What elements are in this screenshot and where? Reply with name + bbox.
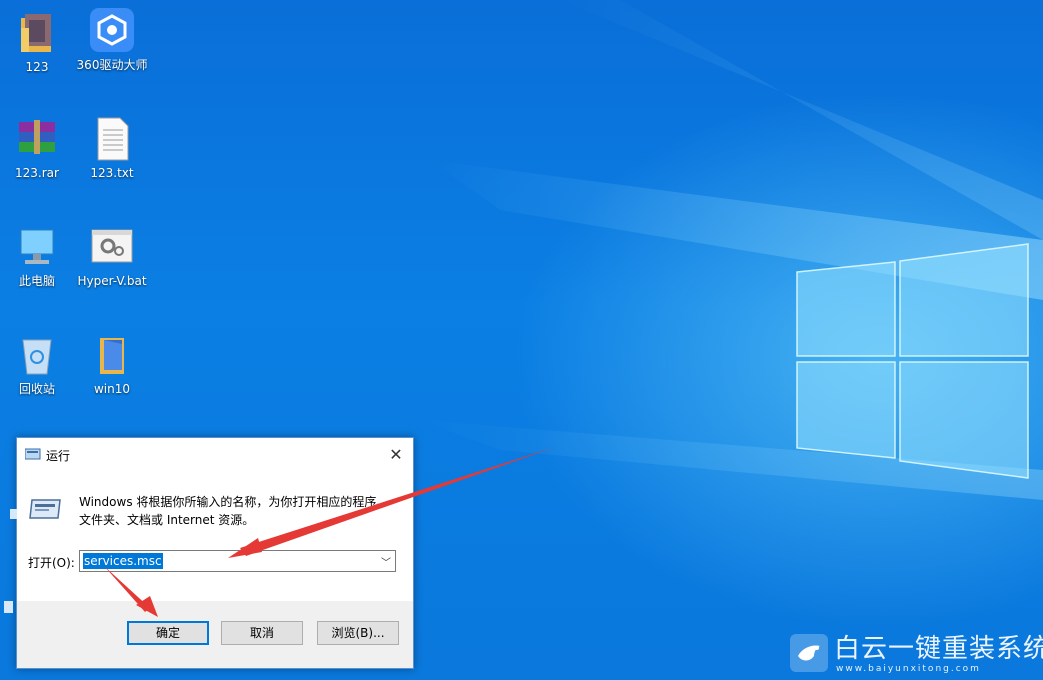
text-file-icon [90, 116, 134, 162]
desktop-icon-win10-folder[interactable]: win10 [76, 332, 148, 396]
brand-name: 白云一键重装系统 [834, 634, 1043, 664]
driver-app-icon [90, 8, 134, 54]
run-description: Windows 将根据你所输入的名称，为你打开相应的程序、 文件夹、文档或 In… [79, 493, 399, 529]
desktop-icon-123-txt[interactable]: 123.txt [76, 116, 148, 180]
run-dialog-title: 运行 [46, 449, 71, 463]
folder-icon [90, 332, 134, 378]
chevron-down-icon[interactable]: ﹀ [381, 554, 391, 569]
desktop-icon-label: 123.txt [90, 166, 134, 180]
run-footer: 确定 取消 浏览(B)... [17, 601, 413, 668]
recycle-bin-icon [15, 332, 59, 378]
desktop-icon-label: Hyper-V.bat [77, 274, 147, 288]
computer-icon [15, 224, 59, 270]
desktop-icon-123-folder[interactable]: 123 [1, 10, 73, 74]
desktop-icon-label: 123.rar [15, 166, 59, 180]
rar-archive-icon [15, 116, 59, 162]
open-input-value[interactable]: services.msc [83, 553, 163, 569]
clipped-icon-fragment [4, 600, 16, 620]
desktop-icon-label: win10 [93, 382, 131, 396]
batch-file-icon [90, 224, 134, 270]
desktop-icon-123-rar[interactable]: 123.rar [1, 116, 73, 180]
desktop-icon-this-pc[interactable]: 此电脑 [1, 224, 73, 288]
desktop-icon-recycle-bin[interactable]: 回收站 [1, 332, 73, 396]
close-icon[interactable]: ✕ [379, 438, 413, 471]
run-description-line: Windows 将根据你所输入的名称，为你打开相应的程序、 [79, 495, 389, 509]
desktop-icon-hyperv-bat[interactable]: Hyper-V.bat [76, 224, 148, 288]
run-description-line: 文件夹、文档或 Internet 资源。 [79, 513, 255, 527]
browse-button[interactable]: 浏览(B)... [317, 621, 399, 645]
desktop-icon-label: 此电脑 [18, 274, 55, 288]
cancel-button[interactable]: 取消 [221, 621, 303, 645]
run-body: Windows 将根据你所输入的名称，为你打开相应的程序、 文件夹、文档或 In… [17, 471, 413, 601]
run-app-icon [28, 498, 62, 524]
desktop-icon-label: 360驱动大师 [76, 58, 148, 72]
folder-icon [15, 10, 59, 56]
desktop-icon-360-driver[interactable]: 360驱动大师 [76, 8, 148, 72]
run-dialog: 运行 ✕ Windows 将根据你所输入的名称，为你打开相应的程序、 文件夹、文… [16, 437, 414, 669]
run-titlebar[interactable]: 运行 ✕ [17, 438, 413, 471]
open-label: 打开(O): [28, 556, 75, 570]
brand-domain: www.baiyunxitong.com [836, 664, 981, 674]
ok-button[interactable]: 确定 [127, 621, 209, 645]
clipped-icon-fragment [10, 507, 22, 527]
bird-logo-icon [790, 634, 828, 672]
open-input[interactable]: services.msc ﹀ [79, 550, 396, 572]
run-icon [24, 448, 41, 463]
desktop-icon-label: 回收站 [18, 382, 55, 396]
desktop-icon-label: 123 [25, 60, 49, 74]
